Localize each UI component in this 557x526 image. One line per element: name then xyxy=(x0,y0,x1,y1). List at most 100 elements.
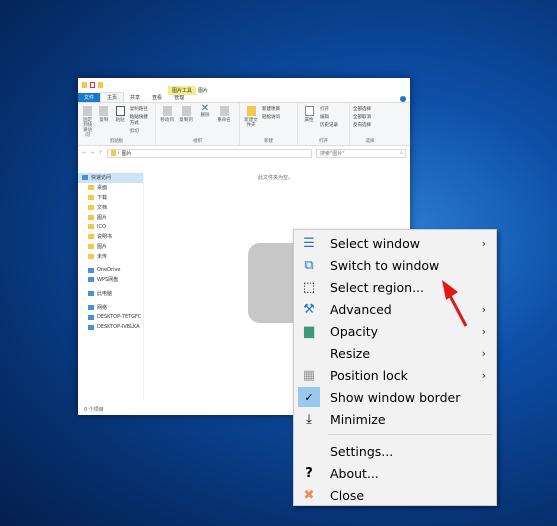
nav-item[interactable]: DESKTOP-IVBLKA xyxy=(78,322,143,332)
group-select: 全部选择 全部取消 反向选择 选择 xyxy=(350,103,390,145)
history-button[interactable]: 历史记录 xyxy=(320,122,338,128)
easy-access-button[interactable]: 轻松访问 xyxy=(262,114,280,120)
chevron-right-icon: › xyxy=(481,324,486,338)
question-icon: ? xyxy=(305,465,313,481)
nav-item[interactable]: 下载 xyxy=(78,193,143,203)
nav-item-icon xyxy=(88,243,94,249)
nav-item[interactable]: 图片 xyxy=(78,242,143,252)
search-placeholder: 搜索"图片" xyxy=(320,150,345,157)
nav-item[interactable]: DESKTOP-7ETGFC xyxy=(78,312,143,322)
nav-item-icon xyxy=(88,304,94,310)
group-open: 属性 打开 编辑 历史记录 打开 xyxy=(298,103,350,145)
context-menu: ☰ Select window › ⧉ Switch to window ⬚ Select … xyxy=(293,229,497,506)
move-to-label: 移动到 xyxy=(160,118,174,123)
chevron-right-icon: › xyxy=(481,368,486,382)
nav-item-icon xyxy=(88,324,94,330)
invert-selection-button[interactable]: 反向选择 xyxy=(353,122,371,128)
nav-item-label: 网络 xyxy=(97,304,108,311)
window-title: 图片 xyxy=(198,88,209,94)
group-label: 新建 xyxy=(264,139,273,144)
new-folder-label: 新建文件夹 xyxy=(244,118,258,128)
group-clipboard: 固定到快速访问 复制 粘贴 复制路径 粘贴快捷方式 剪切 剪贴板 xyxy=(78,103,156,145)
delete-label: 删除 xyxy=(200,113,210,118)
menu-item-switch-to-window[interactable]: ⧉ Switch to window xyxy=(294,254,496,276)
edit-button[interactable]: 编辑 xyxy=(320,114,338,120)
new-folder-icon[interactable] xyxy=(98,82,103,88)
menu-item-label: Switch to window xyxy=(330,257,440,273)
nav-item-label: DESKTOP-7ETGFC xyxy=(97,314,142,321)
copy-to-label: 复制到 xyxy=(179,118,193,123)
tab-share[interactable]: 共享 xyxy=(124,93,146,102)
menu-item-label: Select window xyxy=(330,235,420,251)
nav-item[interactable]: 桌面 xyxy=(78,183,143,193)
menu-item-select-window[interactable]: ☰ Select window › xyxy=(294,232,496,254)
group-organize: 移动到 复制到 ✕ 删除 重命名 组织 xyxy=(156,103,240,145)
minimize-icon: ⤓ xyxy=(306,411,312,427)
paste-shortcut-button[interactable]: 粘贴快捷方式 xyxy=(130,114,152,126)
menu-item-about[interactable]: ? About... xyxy=(294,462,496,484)
nav-item[interactable]: ICO xyxy=(78,222,143,232)
grid-icon: ▦ xyxy=(302,367,316,383)
tab-home[interactable]: 主页 xyxy=(100,92,125,102)
copy-label: 复制 xyxy=(99,118,109,123)
nav-item-label: 图片 xyxy=(97,243,108,250)
menu-item-label: Advanced xyxy=(330,301,392,317)
chevron-right-icon: › xyxy=(481,346,486,360)
chevron-right-icon: › xyxy=(481,236,486,250)
tab-file[interactable]: 文件 xyxy=(78,93,101,102)
menu-item-show-window-border[interactable]: ✓ Show window border xyxy=(294,386,496,408)
up-icon[interactable]: ↑ xyxy=(98,150,102,156)
menu-item-label: Opacity xyxy=(330,323,379,339)
folder-icon xyxy=(82,82,87,88)
open-button[interactable]: 打开 xyxy=(320,106,338,112)
nav-item-icon xyxy=(88,291,94,297)
menu-item-label: Show window border xyxy=(330,389,461,405)
nav-item-label: WPS网盘 xyxy=(97,277,119,284)
new-item-button[interactable]: 新建项目 xyxy=(262,106,280,112)
menu-item-close[interactable]: ✖ Close xyxy=(294,484,496,506)
back-icon[interactable]: ← xyxy=(82,150,86,156)
nav-item[interactable]: 图片 xyxy=(78,212,143,222)
switch-window-icon: ⧉ xyxy=(304,257,314,273)
nav-item[interactable]: OneDrive xyxy=(78,265,143,275)
help-icon[interactable] xyxy=(400,96,406,102)
rename-label: 重命名 xyxy=(217,118,231,123)
properties-icon[interactable] xyxy=(90,82,95,88)
menu-item-settings[interactable]: Settings... xyxy=(294,440,496,462)
group-label: 打开 xyxy=(319,139,328,144)
nav-item[interactable]: 说明书 xyxy=(78,232,143,242)
select-none-button[interactable]: 全部取消 xyxy=(353,114,371,120)
nav-item-icon xyxy=(88,204,94,210)
nav-item[interactable]: 快速访问 xyxy=(78,173,143,183)
ribbon: 固定到快速访问 复制 粘贴 复制路径 粘贴快捷方式 剪切 剪贴板 移动到 复制到 ✕… xyxy=(78,102,410,146)
menu-item-label: Select region... xyxy=(330,279,424,295)
search-icon: ⌕ xyxy=(400,150,403,156)
tab-view[interactable]: 查看 xyxy=(146,93,168,102)
nav-item-icon xyxy=(88,314,94,320)
nav-item[interactable]: 未传 xyxy=(78,251,143,261)
check-icon: ✓ xyxy=(294,386,324,408)
menu-item-minimize[interactable]: ⤓ Minimize xyxy=(294,408,496,430)
menu-separator xyxy=(328,434,492,435)
nav-item[interactable]: 文档 xyxy=(78,202,143,212)
menu-item-label: About... xyxy=(330,465,379,481)
nav-item-label: ICO xyxy=(97,223,106,230)
nav-item[interactable]: 网络 xyxy=(78,303,143,313)
menu-item-position-lock[interactable]: ▦ Position lock › xyxy=(294,364,496,386)
nav-item[interactable]: 此电脑 xyxy=(78,289,143,299)
cut-button[interactable]: 剪切 xyxy=(130,128,152,134)
contextual-tab-picture-tools[interactable]: 图片工具 xyxy=(168,86,197,95)
nav-item-label: 此电脑 xyxy=(97,291,113,298)
search-input[interactable]: 搜索"图片" ⌕ xyxy=(316,148,406,158)
address-bar[interactable]: › 图片 xyxy=(106,148,312,158)
copy-path-button[interactable]: 复制路径 xyxy=(130,106,152,112)
address-row: ← → ↑ › 图片 搜索"图片" ⌕ xyxy=(78,146,410,160)
nav-item-label: 图片 xyxy=(97,214,108,221)
select-all-button[interactable]: 全部选择 xyxy=(353,106,371,112)
opacity-icon: ▆ xyxy=(304,323,314,339)
nav-item-label: 下载 xyxy=(97,194,108,201)
menu-item-resize[interactable]: Resize › xyxy=(294,342,496,364)
forward-icon[interactable]: → xyxy=(90,150,94,156)
nav-item-label: 桌面 xyxy=(97,185,108,192)
nav-item[interactable]: WPS网盘 xyxy=(78,275,143,285)
